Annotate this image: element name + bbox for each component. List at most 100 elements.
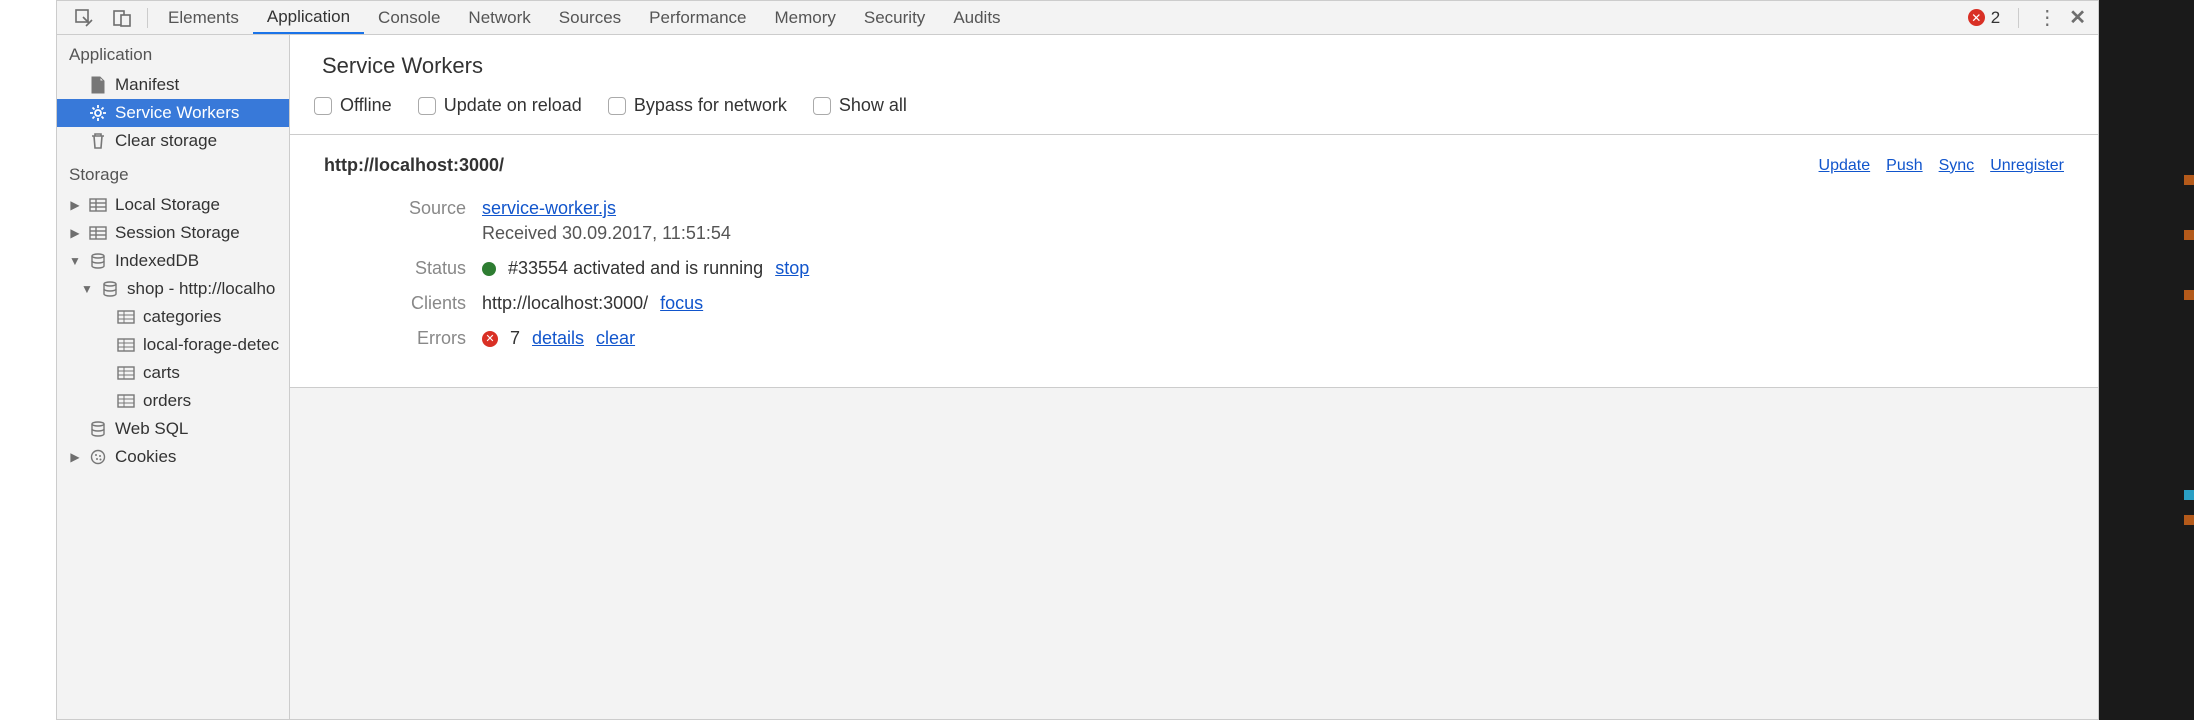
tab-elements[interactable]: Elements	[154, 1, 253, 34]
page-margin-left	[0, 0, 56, 720]
sw-action-sync[interactable]: Sync	[1939, 157, 1975, 175]
tab-network[interactable]: Network	[454, 1, 544, 34]
sw-stop-link[interactable]: stop	[775, 258, 809, 279]
checkbox-label: Bypass for network	[634, 95, 787, 116]
minimap-marker	[2184, 515, 2194, 525]
devtools-panel: Elements Application Console Network Sou…	[56, 0, 2099, 720]
sidebar-item-local-storage[interactable]: ▶ Local Storage	[57, 191, 289, 219]
devtools-toolbar: Elements Application Console Network Sou…	[57, 1, 2098, 35]
table-icon	[117, 366, 135, 380]
minimap-marker	[2184, 175, 2194, 185]
sw-error-details-link[interactable]: details	[532, 328, 584, 349]
table-icon	[117, 338, 135, 352]
sw-status-text: #33554 activated and is running	[508, 258, 763, 279]
checkbox-icon	[813, 97, 831, 115]
tab-performance[interactable]: Performance	[635, 1, 760, 34]
sidebar-item-service-workers[interactable]: Service Workers	[57, 99, 289, 127]
sw-error-clear-link[interactable]: clear	[596, 328, 635, 349]
sw-action-update[interactable]: Update	[1819, 157, 1871, 175]
chevron-right-icon: ▶	[69, 198, 81, 212]
tab-sources[interactable]: Sources	[545, 1, 635, 34]
sidebar-item-cookies[interactable]: ▶ Cookies	[57, 443, 289, 471]
tab-security[interactable]: Security	[850, 1, 939, 34]
console-error-badge[interactable]: ✕ 2	[1968, 8, 2000, 28]
minimap-marker	[2184, 230, 2194, 240]
close-icon[interactable]: ✕	[2069, 5, 2086, 30]
checkbox-label: Offline	[340, 95, 392, 116]
sidebar-item-shop-db[interactable]: ▼ shop - http://localho	[57, 275, 289, 303]
status-indicator-icon	[482, 262, 496, 276]
device-toggle-icon[interactable]	[103, 1, 141, 34]
checkbox-label: Update on reload	[444, 95, 582, 116]
sidebar-item-label: categories	[143, 307, 221, 327]
sw-label-status: Status	[324, 258, 482, 279]
checkbox-icon	[418, 97, 436, 115]
file-icon	[89, 76, 107, 94]
sidebar-item-label: orders	[143, 391, 191, 411]
error-icon: ✕	[482, 331, 498, 347]
panel-title: Service Workers	[290, 35, 2098, 89]
sidebar-section-application: Application	[57, 35, 289, 71]
sw-client-url: http://localhost:3000/	[482, 293, 648, 314]
cookie-icon	[89, 449, 107, 465]
sw-action-push[interactable]: Push	[1886, 157, 1922, 175]
gear-icon	[89, 104, 107, 122]
sidebar-item-label: carts	[143, 363, 180, 383]
application-sidebar: Application Manifest Service Workers	[57, 35, 290, 719]
checkbox-offline[interactable]: Offline	[314, 95, 392, 116]
minimap-marker	[2184, 290, 2194, 300]
tab-memory[interactable]: Memory	[760, 1, 849, 34]
inspect-icon[interactable]	[65, 1, 103, 34]
checkbox-show-all[interactable]: Show all	[813, 95, 907, 116]
minimap-marker	[2184, 490, 2194, 500]
sw-action-unregister[interactable]: Unregister	[1990, 157, 2064, 175]
sw-registration-block: http://localhost:3000/ Update Push Sync …	[290, 135, 2098, 388]
sw-options-row: Offline Update on reload Bypass for netw…	[290, 89, 2098, 135]
sidebar-item-label: local-forage-detec	[143, 335, 279, 355]
empty-area	[290, 388, 2098, 719]
chevron-right-icon: ▶	[69, 226, 81, 240]
sidebar-item-label: Session Storage	[115, 223, 240, 243]
sidebar-item-manifest[interactable]: Manifest	[57, 71, 289, 99]
sw-label-clients: Clients	[324, 293, 482, 314]
checkbox-bypass-network[interactable]: Bypass for network	[608, 95, 787, 116]
chevron-right-icon: ▶	[69, 450, 81, 464]
editor-minimap	[2099, 0, 2194, 720]
chevron-down-icon: ▼	[69, 254, 81, 268]
sidebar-item-label: Clear storage	[115, 131, 217, 151]
tab-application[interactable]: Application	[253, 1, 364, 34]
sidebar-item-clear-storage[interactable]: Clear storage	[57, 127, 289, 155]
sidebar-item-table-orders[interactable]: orders	[57, 387, 289, 415]
checkbox-update-on-reload[interactable]: Update on reload	[418, 95, 582, 116]
sidebar-item-label: IndexedDB	[115, 251, 199, 271]
sidebar-section-storage: Storage	[57, 155, 289, 191]
checkbox-icon	[314, 97, 332, 115]
checkbox-icon	[608, 97, 626, 115]
sw-error-count: 7	[510, 328, 520, 349]
sidebar-item-label: Service Workers	[115, 103, 239, 123]
sw-source-link[interactable]: service-worker.js	[482, 198, 731, 219]
database-icon	[101, 281, 119, 297]
sidebar-item-table-carts[interactable]: carts	[57, 359, 289, 387]
trash-icon	[89, 132, 107, 150]
toolbar-separator	[2018, 8, 2019, 28]
sidebar-item-table-local-forage[interactable]: local-forage-detec	[57, 331, 289, 359]
tab-audits[interactable]: Audits	[939, 1, 1014, 34]
sidebar-item-table-categories[interactable]: categories	[57, 303, 289, 331]
sw-focus-link[interactable]: focus	[660, 293, 703, 314]
sidebar-item-session-storage[interactable]: ▶ Session Storage	[57, 219, 289, 247]
service-workers-panel: Service Workers Offline Update on reload…	[290, 35, 2098, 719]
sidebar-item-label: Manifest	[115, 75, 179, 95]
sidebar-item-label: Cookies	[115, 447, 176, 467]
toolbar-separator	[147, 8, 148, 28]
kebab-menu-icon[interactable]: ⋮	[2037, 5, 2057, 30]
checkbox-label: Show all	[839, 95, 907, 116]
sidebar-item-indexeddb[interactable]: ▼ IndexedDB	[57, 247, 289, 275]
sidebar-item-web-sql[interactable]: Web SQL	[57, 415, 289, 443]
tab-console[interactable]: Console	[364, 1, 454, 34]
sw-label-source: Source	[324, 198, 482, 244]
chevron-down-icon: ▼	[81, 282, 93, 296]
sw-label-errors: Errors	[324, 328, 482, 349]
sw-origin-url: http://localhost:3000/	[324, 155, 504, 176]
table-icon	[117, 394, 135, 408]
